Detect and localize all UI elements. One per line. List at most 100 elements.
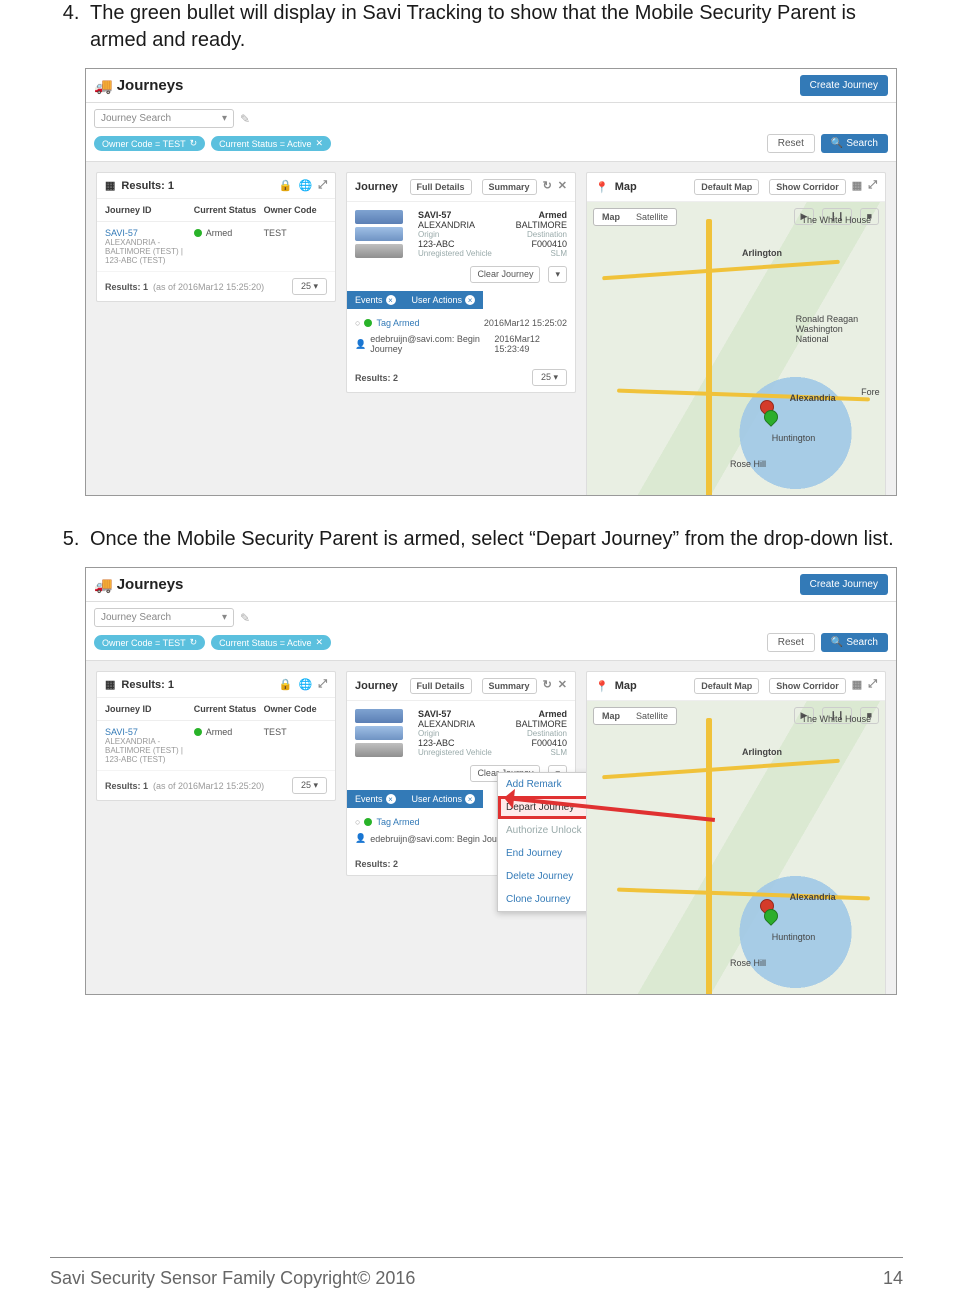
result-row[interactable]: SAVI-57 ALEXANDRIA - BALTIMORE (TEST) | … (97, 721, 335, 771)
page-size-button[interactable]: 25 ▾ (292, 777, 327, 794)
result-row[interactable]: SAVI-57 ALEXANDRIA - BALTIMORE (TEST) | … (97, 222, 335, 272)
create-journey-button[interactable]: Create Journey (800, 574, 888, 595)
refresh-icon[interactable]: ↻ (543, 179, 552, 195)
map-header: Map (615, 181, 637, 193)
user-icon: 👤 (355, 833, 366, 844)
map-label-whitehouse: The White House (802, 215, 872, 225)
col-owner-code[interactable]: Owner Code (264, 205, 327, 215)
summary-button[interactable]: Summary (482, 179, 537, 195)
col-journey-id[interactable]: Journey ID (105, 704, 194, 714)
vehicle-car-icon (355, 210, 403, 224)
map-canvas[interactable]: Map Satellite ▶ ❙❙ ■ Arlington The White… (587, 701, 885, 995)
vehicle-truck-icon (355, 227, 403, 241)
filter-tag-status[interactable]: Current Status = Active ✕ (211, 136, 331, 151)
globe-icon[interactable]: 🌐 (298, 678, 312, 691)
show-corridor-button[interactable]: Show Corridor (769, 678, 846, 694)
page-size-button[interactable]: 25 ▾ (292, 278, 327, 295)
filter-tag-owner[interactable]: Owner Code = TEST ↻ (94, 136, 205, 151)
map-type-map[interactable]: Map (594, 708, 628, 724)
show-corridor-button[interactable]: Show Corridor (769, 179, 846, 195)
events-page-size-button[interactable]: 25 ▾ (532, 369, 567, 386)
journey-title: SAVI-57 (418, 210, 451, 220)
chevron-down-icon: ▾ (222, 612, 227, 623)
map-type-map[interactable]: Map (594, 209, 628, 225)
tab-user-actions[interactable]: User Actions× (404, 291, 484, 309)
col-current-status[interactable]: Current Status (194, 205, 264, 215)
col-journey-id[interactable]: Journey ID (105, 205, 194, 215)
journey-panel: Journey Full Details Summary ↻ ✕ SAVI-57… (346, 671, 576, 876)
journey-origin: ALEXANDRIA (418, 220, 475, 230)
screenshot-1: 🚚 Journeys Create Journey Journey Search… (85, 68, 897, 496)
map-canvas[interactable]: Map Satellite ▶ ❙❙ ■ Arlington The White… (587, 202, 885, 496)
row-sub: ALEXANDRIA - BALTIMORE (TEST) | 123-ABC … (105, 238, 194, 265)
refresh-icon[interactable]: ↻ (543, 678, 552, 694)
filter-tag-status[interactable]: Current Status = Active✕ (211, 635, 331, 650)
close-icon: ✕ (315, 138, 323, 149)
search-button[interactable]: 🔍Search (821, 633, 888, 652)
close-icon[interactable]: ✕ (558, 179, 567, 195)
reset-button[interactable]: Reset (767, 134, 815, 153)
globe-icon[interactable]: 🌐 (298, 179, 312, 192)
tab-close-icon: × (465, 295, 475, 305)
default-map-button[interactable]: Default Map (694, 678, 759, 694)
journey-search-input[interactable]: Journey Search ▾ (94, 608, 234, 627)
expand-icon[interactable]: ⤢ (868, 179, 877, 195)
journey-status: Armed (538, 210, 567, 220)
filter-tag-owner[interactable]: Owner Code = TEST↻ (94, 635, 205, 650)
map-label-fore: Fore (861, 387, 880, 397)
map-panel: 📍 Map Default Map Show Corridor ▦ ⤢ Map … (586, 671, 886, 995)
close-icon: ✕ (315, 637, 323, 648)
close-icon[interactable]: ✕ (558, 678, 567, 694)
vehicle-trailer-icon (355, 244, 403, 258)
vehicle-trailer-icon (355, 743, 403, 757)
reset-button[interactable]: Reset (767, 633, 815, 652)
expand-icon[interactable]: ⤢ (868, 678, 877, 694)
grid-icon[interactable]: ▦ (852, 179, 862, 195)
step-5: Once the Mobile Security Parent is armed… (85, 526, 903, 553)
full-details-button[interactable]: Full Details (410, 678, 472, 694)
pin-icon: 📍 (595, 680, 609, 693)
full-details-button[interactable]: Full Details (410, 179, 472, 195)
event-armed-icon (364, 319, 372, 327)
default-map-button[interactable]: Default Map (694, 179, 759, 195)
tab-user-actions[interactable]: User Actions× (404, 790, 484, 808)
expand-icon[interactable]: ⤢ (318, 678, 327, 691)
grid-icon: ▦ (105, 678, 115, 691)
grid-icon[interactable]: ▦ (852, 678, 862, 694)
lock-icon[interactable]: 🔒 (279, 678, 293, 691)
map-type-satellite[interactable]: Satellite (628, 209, 676, 225)
tab-events[interactable]: Events× (347, 291, 404, 309)
summary-button[interactable]: Summary (482, 678, 537, 694)
journey-header: Journey (355, 181, 398, 193)
lock-icon[interactable]: 🔒 (279, 179, 293, 192)
expand-icon[interactable]: ⤢ (318, 179, 327, 192)
clear-journey-button[interactable]: Clear Journey (470, 266, 540, 283)
tab-events[interactable]: Events× (347, 790, 404, 808)
col-current-status[interactable]: Current Status (194, 704, 264, 714)
event-tag-armed[interactable]: Tag Armed (376, 318, 419, 328)
map-panel: 📍 Map Default Map Show Corridor ▦ ⤢ Map … (586, 172, 886, 496)
event-1-time: 2016Mar12 15:25:02 (484, 318, 567, 328)
user-icon: 👤 (355, 339, 366, 350)
screenshot-2: 🚚 Journeys Create Journey Journey Search… (85, 567, 897, 995)
map-label-huntington: Huntington (772, 433, 816, 443)
edit-icon[interactable]: ✎ (240, 611, 250, 625)
refresh-icon: ↻ (190, 138, 198, 149)
clear-journey-caret[interactable]: ▾ (548, 266, 567, 283)
results-panel: ▦ Results: 1 🔒 🌐 ⤢ Journey ID Current St… (96, 671, 336, 801)
col-owner-code[interactable]: Owner Code (264, 704, 327, 714)
create-journey-button[interactable]: Create Journey (800, 75, 888, 96)
journey-slm: F000410 (531, 239, 567, 249)
app-title: Journeys (117, 77, 184, 94)
results-panel: ▦ Results: 1 🔒 🌐 ⤢ Journey ID Current St… (96, 172, 336, 302)
vehicle-car-icon (355, 709, 403, 723)
journey-search-input[interactable]: Journey Search ▾ (94, 109, 234, 128)
grid-icon: ▦ (105, 179, 115, 192)
row-id: SAVI-57 (105, 228, 138, 238)
truck-icon: 🚚 (94, 576, 113, 594)
map-type-satellite[interactable]: Satellite (628, 708, 676, 724)
search-button[interactable]: 🔍 Search (821, 134, 888, 153)
edit-icon[interactable]: ✎ (240, 112, 250, 126)
event-tag-armed[interactable]: Tag Armed (376, 817, 419, 827)
map-label-alexandria: Alexandria (790, 393, 836, 403)
